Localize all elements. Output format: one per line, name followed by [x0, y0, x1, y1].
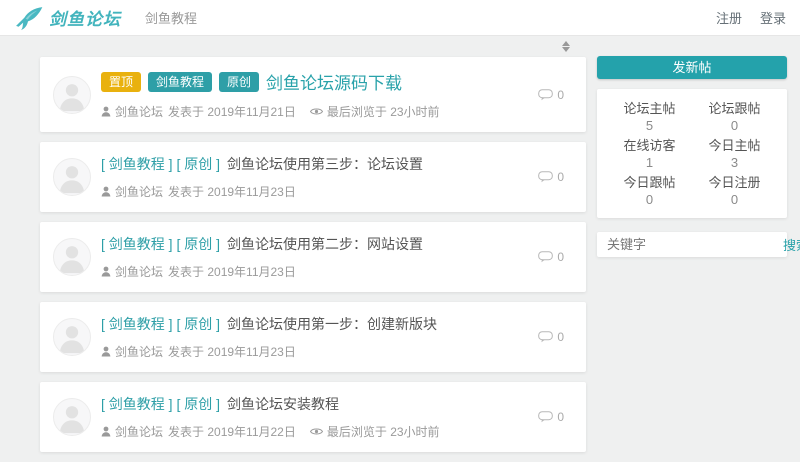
nav-right: 注册 登录	[716, 8, 786, 27]
post-tags[interactable]: [ 剑鱼教程 ] [ 原创 ]	[101, 394, 220, 414]
stat-online-visitors: 在线访客 1	[607, 135, 692, 172]
navbar: 剑鱼论坛 剑鱼教程 注册 登录	[0, 0, 800, 36]
post-row[interactable]: [ 剑鱼教程 ] [ 原创 ] 剑鱼论坛使用第一步：创建新版块 剑鱼论坛 发表于…	[40, 302, 586, 372]
search-button[interactable]: 搜索	[783, 235, 800, 254]
last-view-text: 最后浏览于 23小时前	[327, 423, 440, 440]
nav-item-tutorial[interactable]: 剑鱼教程	[145, 8, 197, 27]
post-main: 置顶 剑鱼教程 原创 剑鱼论坛源码下载 剑鱼论坛 发表于 2019年11月21日…	[101, 69, 528, 120]
author-icon	[101, 106, 111, 117]
comment-icon	[538, 89, 553, 101]
last-view-group: 最后浏览于 23小时前	[310, 103, 440, 120]
post-row[interactable]: [ 剑鱼教程 ] [ 原创 ] 剑鱼论坛安装教程 剑鱼论坛 发表于 2019年1…	[40, 382, 586, 452]
comment-count: 0	[538, 330, 564, 344]
search-input[interactable]	[607, 237, 783, 252]
post-author: 剑鱼论坛	[115, 103, 163, 120]
post-list: 置顶 剑鱼教程 原创 剑鱼论坛源码下载 剑鱼论坛 发表于 2019年11月21日…	[40, 40, 586, 462]
category-badge: 剑鱼教程	[148, 72, 212, 92]
post-title[interactable]: 剑鱼论坛源码下载	[266, 69, 402, 94]
stat-today-registrations: 今日注册 0	[692, 172, 777, 209]
post-date: 发表于 2019年11月23日	[168, 343, 296, 360]
original-badge: 原创	[219, 72, 259, 92]
post-title[interactable]: 剑鱼论坛使用第一步：创建新版块	[227, 314, 437, 334]
sticky-badge: 置顶	[101, 72, 141, 92]
post-meta: 剑鱼论坛 发表于 2019年11月22日 最后浏览于 23小时前	[101, 423, 528, 440]
eye-icon	[310, 107, 323, 116]
comment-count: 0	[538, 250, 564, 264]
last-view-text: 最后浏览于 23小时前	[327, 103, 440, 120]
post-author: 剑鱼论坛	[115, 343, 163, 360]
login-link[interactable]: 登录	[760, 8, 786, 27]
author-icon	[101, 266, 111, 277]
post-meta: 剑鱼论坛 发表于 2019年11月23日	[101, 183, 528, 200]
post-tags[interactable]: [ 剑鱼教程 ] [ 原创 ]	[101, 154, 220, 174]
avatar	[53, 76, 91, 114]
post-main: [ 剑鱼教程 ] [ 原创 ] 剑鱼论坛安装教程 剑鱼论坛 发表于 2019年1…	[101, 394, 528, 440]
post-main: [ 剑鱼教程 ] [ 原创 ] 剑鱼论坛使用第三步：论坛设置 剑鱼论坛 发表于 …	[101, 154, 528, 200]
post-tags[interactable]: [ 剑鱼教程 ] [ 原创 ]	[101, 314, 220, 334]
post-tags[interactable]: [ 剑鱼教程 ] [ 原创 ]	[101, 234, 220, 254]
comment-count: 0	[538, 88, 564, 102]
post-author: 剑鱼论坛	[115, 183, 163, 200]
author-icon	[101, 346, 111, 357]
post-author: 剑鱼论坛	[115, 423, 163, 440]
post-row[interactable]: [ 剑鱼教程 ] [ 原创 ] 剑鱼论坛使用第二步：网站设置 剑鱼论坛 发表于 …	[40, 222, 586, 292]
post-row-sticky[interactable]: 置顶 剑鱼教程 原创 剑鱼论坛源码下载 剑鱼论坛 发表于 2019年11月21日…	[40, 57, 586, 132]
stat-today-posts: 今日主帖 3	[692, 135, 777, 172]
post-main: [ 剑鱼教程 ] [ 原创 ] 剑鱼论坛使用第二步：网站设置 剑鱼论坛 发表于 …	[101, 234, 528, 280]
avatar	[53, 318, 91, 356]
register-link[interactable]: 注册	[716, 8, 742, 27]
sort-order-icon[interactable]	[562, 40, 570, 57]
post-date: 发表于 2019年11月21日	[168, 103, 296, 120]
stat-total-posts: 论坛主帖 5	[607, 98, 692, 135]
stat-today-replies: 今日跟帖 0	[607, 172, 692, 209]
sort-row	[40, 40, 586, 57]
avatar	[53, 398, 91, 436]
brand[interactable]: 剑鱼论坛	[14, 5, 121, 31]
avatar	[53, 158, 91, 196]
last-view-group: 最后浏览于 23小时前	[310, 423, 440, 440]
post-meta: 剑鱼论坛 发表于 2019年11月21日 最后浏览于 23小时前	[101, 103, 528, 120]
eye-icon	[310, 427, 323, 436]
post-title[interactable]: 剑鱼论坛使用第三步：论坛设置	[227, 154, 423, 174]
post-title[interactable]: 剑鱼论坛安装教程	[227, 394, 339, 414]
comment-icon	[538, 411, 553, 423]
post-meta: 剑鱼论坛 发表于 2019年11月23日	[101, 263, 528, 280]
post-date: 发表于 2019年11月22日	[168, 423, 296, 440]
sidebar: 发新帖 论坛主帖 5 论坛跟帖 0 在线访客 1 今日主帖 3 今日跟帖 0 今…	[597, 56, 787, 257]
post-author: 剑鱼论坛	[115, 263, 163, 280]
forum-stats-panel: 论坛主帖 5 论坛跟帖 0 在线访客 1 今日主帖 3 今日跟帖 0 今日注册 …	[597, 89, 787, 218]
avatar	[53, 238, 91, 276]
post-date: 发表于 2019年11月23日	[168, 263, 296, 280]
comment-icon	[538, 171, 553, 183]
post-date: 发表于 2019年11月23日	[168, 183, 296, 200]
swordfish-logo-icon	[14, 5, 44, 31]
post-main: [ 剑鱼教程 ] [ 原创 ] 剑鱼论坛使用第一步：创建新版块 剑鱼论坛 发表于…	[101, 314, 528, 360]
post-title[interactable]: 剑鱼论坛使用第二步：网站设置	[227, 234, 423, 254]
brand-title: 剑鱼论坛	[49, 5, 121, 30]
post-meta: 剑鱼论坛 发表于 2019年11月23日	[101, 343, 528, 360]
author-icon	[101, 426, 111, 437]
comment-icon	[538, 251, 553, 263]
author-icon	[101, 186, 111, 197]
search-bar: 搜索	[597, 232, 787, 257]
post-row[interactable]: [ 剑鱼教程 ] [ 原创 ] 剑鱼论坛使用第三步：论坛设置 剑鱼论坛 发表于 …	[40, 142, 586, 212]
new-post-button[interactable]: 发新帖	[597, 56, 787, 79]
stat-total-replies: 论坛跟帖 0	[692, 98, 777, 135]
comment-count: 0	[538, 170, 564, 184]
comment-icon	[538, 331, 553, 343]
